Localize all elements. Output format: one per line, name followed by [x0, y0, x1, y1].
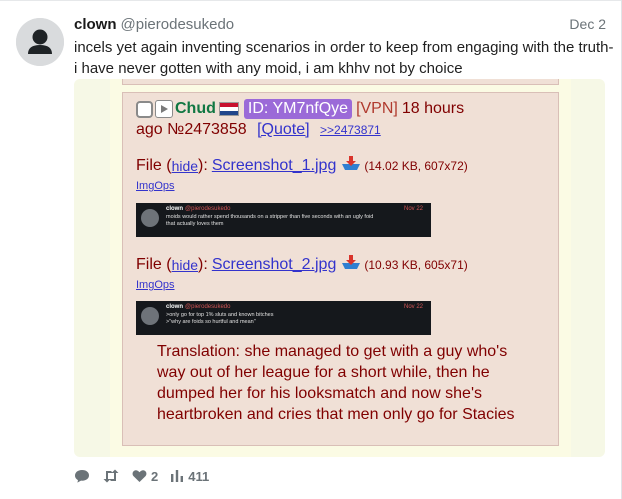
poster-name: Chud: [175, 100, 216, 117]
reply-header-line2: ago №2473858 [Quote] >>2473871: [136, 121, 381, 139]
avatar[interactable]: [16, 18, 64, 66]
display-name[interactable]: clown: [74, 16, 117, 33]
reply-button[interactable]: [74, 468, 90, 484]
select-checkbox: [136, 100, 153, 118]
imageboard-reply: Chud ID: YM7nfQye [VPN] 18 hours ago №24…: [122, 92, 559, 446]
post-header: clown @pierodesukedo Dec 2: [74, 16, 608, 36]
previous-reply-edge: [122, 79, 559, 85]
attached-image[interactable]: Chud ID: YM7nfQye [VPN] 18 hours ago №24…: [74, 79, 605, 457]
thumb-text: moids would rather spend thousands on a …: [166, 214, 374, 227]
heart-icon: [132, 470, 147, 482]
file-meta: (14.02 KB, 607x72): [364, 158, 468, 173]
post-age-suffix: ago: [136, 121, 163, 138]
thumb-text: >only go for top 1% sluts and known bitc…: [166, 312, 274, 325]
paren-close: ):: [198, 255, 208, 273]
imgops-link: ImgOps: [136, 279, 175, 291]
top-divider: [0, 0, 622, 1]
repost-icon: [103, 469, 119, 483]
thumb-author: clown @pierodesukedo: [166, 206, 231, 212]
imageboard-screenshot: Chud ID: YM7nfQye [VPN] 18 hours ago №24…: [110, 79, 571, 457]
reply-icon: [75, 470, 89, 483]
bar-chart-icon: [171, 470, 184, 482]
file-meta: (10.93 KB, 605x71): [364, 257, 468, 272]
post-number: №2473858: [167, 121, 247, 138]
user-handle[interactable]: @pierodesukedo: [121, 16, 235, 33]
views-button[interactable]: 411: [170, 469, 209, 484]
like-count: 2: [151, 468, 159, 484]
like-button[interactable]: 2: [132, 469, 158, 484]
hide-link: hide: [171, 157, 199, 174]
thumb-avatar: [141, 209, 159, 227]
hide-link: hide: [171, 256, 199, 273]
action-bar: 2 411: [74, 466, 221, 486]
poster-id-badge: ID: YM7nfQye: [243, 99, 353, 119]
post-date[interactable]: Dec 2: [569, 16, 606, 32]
post-text: incels yet again inventing scenarios in …: [74, 39, 614, 77]
imgops-link: ImgOps: [136, 180, 175, 192]
file-thumbnail-1: clown @pierodesukedo Nov 22 moids would r…: [136, 203, 431, 237]
download-icon: [341, 155, 361, 176]
quote-link: [Quote]: [257, 121, 310, 138]
file-info-2: File (hide): Screenshot_2.jpg (10.93 KB,…: [136, 254, 468, 275]
download-icon: [341, 254, 361, 275]
thumb-author: clown @pierodesukedo: [166, 304, 231, 310]
thumb-avatar: [141, 307, 159, 325]
vpn-tag: [VPN]: [356, 100, 398, 117]
default-user-icon: [16, 18, 64, 66]
file-thumbnail-2: clown @pierodesukedo Nov 22 >only go for …: [136, 301, 431, 335]
post-age: 18 hours: [401, 100, 465, 117]
file-label: File: [136, 156, 162, 174]
netherlands-flag-icon: [218, 102, 239, 116]
file-name-link: Screenshot_1.jpg: [211, 156, 337, 174]
paren-close: ):: [198, 156, 208, 174]
repost-button[interactable]: [102, 468, 120, 484]
file-info-1: File (hide): Screenshot_1.jpg (14.02 KB,…: [136, 155, 468, 176]
thumb-date: Nov 22: [403, 206, 423, 212]
file-name-link: Screenshot_2.jpg: [211, 255, 337, 273]
reply-header: Chud ID: YM7nfQye [VPN] 18 hours: [136, 98, 464, 120]
backlink: >>2473871: [320, 123, 381, 137]
play-icon: [155, 100, 173, 118]
thumb-date: Nov 22: [403, 304, 423, 310]
views-count: 411: [188, 468, 210, 484]
file-label: File: [136, 255, 162, 273]
translation-text: Translation: she managed to get with a g…: [157, 343, 515, 423]
